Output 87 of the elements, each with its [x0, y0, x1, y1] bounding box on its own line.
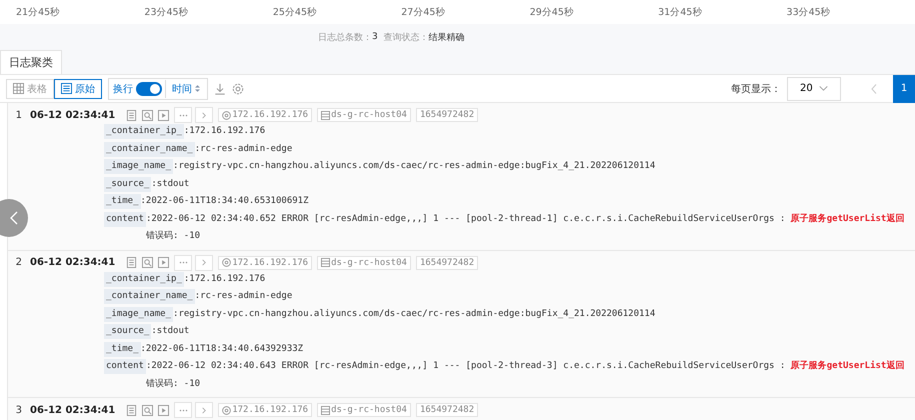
- download-icon[interactable]: [214, 82, 226, 94]
- previous-page-icon[interactable]: [871, 84, 877, 94]
- field-value: :2022-06-12 02:34:40.652 ERROR [rc-resAdmin-edge,,,] 1 --- [pool-2-thread-1] c.e.c.r.s.i.CacheRebuildServiceUserOrgs : 原子服务getUserList返回 错误码: -10: [146, 212, 906, 243]
- query-status-label: 查询状态：: [384, 32, 429, 44]
- field-value: :registry-vpc.cn-hangzhou.aliyuncs.com/ds-caec/rc-res-admin-edge:bugFix_4_21.202206120114: [173, 160, 656, 173]
- field-key[interactable]: _time_: [104, 342, 141, 356]
- play-icon[interactable]: [158, 257, 170, 268]
- chevron-right-icon[interactable]: [202, 259, 206, 266]
- field-key[interactable]: _container_name_: [104, 142, 195, 156]
- location-icon: [222, 406, 232, 414]
- location-icon: [222, 110, 232, 120]
- sort-icon: [195, 84, 200, 93]
- log-time: 06-12 02:34:41: [30, 404, 116, 416]
- field-value: :stdout: [151, 178, 190, 190]
- play-icon[interactable]: [158, 110, 170, 120]
- axis-tick-label: 31分45秒: [658, 6, 704, 20]
- host-tag[interactable]: ds-g-rc-host04: [317, 403, 411, 417]
- row-number: 1: [14, 110, 22, 120]
- document-icon[interactable]: [126, 404, 138, 416]
- search-icon[interactable]: [142, 404, 154, 416]
- query-status: 结果精确: [428, 32, 465, 44]
- host-tag[interactable]: ds-g-rc-host04: [317, 256, 411, 270]
- search-icon[interactable]: [142, 257, 154, 268]
- page-size-select[interactable]: 20: [787, 76, 841, 100]
- field-value: :172.16.192.176: [184, 125, 266, 138]
- more-icon[interactable]: [178, 114, 188, 116]
- ip-tag[interactable]: 172.16.192.176: [218, 108, 312, 122]
- field-value: :2022-06-12 02:34:40.643 ERROR [rc-resAdmin-edge,,,] 1 --- [pool-2-thread-3] c.e.c.r.s.i.CacheRebuildServiceUserOrgs : 原子服务getUserList返回 错误码: -10: [146, 359, 906, 390]
- more-icon[interactable]: [178, 408, 188, 412]
- axis-tick-label: 27分45秒: [401, 6, 446, 20]
- axis-tick-label: 21分45秒: [16, 6, 62, 20]
- document-icon[interactable]: [126, 110, 138, 120]
- field-key[interactable]: _source_: [104, 176, 152, 192]
- page-size-label: 每页显示：: [731, 82, 781, 96]
- axis-tick-label: 29分45秒: [530, 6, 575, 20]
- server-icon: [321, 110, 330, 120]
- host-tag[interactable]: ds-g-rc-host04: [317, 108, 411, 122]
- field-value: :172.16.192.176: [184, 272, 266, 286]
- location-icon: [222, 258, 232, 267]
- server-icon: [321, 406, 330, 414]
- ip-tag[interactable]: 172.16.192.176: [218, 256, 312, 270]
- raw-view-button[interactable]: 原始: [54, 78, 102, 98]
- log-time: 06-12 02:34:41: [30, 110, 116, 120]
- field-key[interactable]: _time_: [104, 194, 141, 209]
- page-button[interactable]: 1: [893, 74, 915, 102]
- more-icon[interactable]: [178, 261, 188, 264]
- field-key[interactable]: _container_ip_: [104, 272, 184, 286]
- play-icon[interactable]: [158, 404, 170, 416]
- axis-tick-label: 23分45秒: [144, 6, 190, 20]
- axis-tick-label: 25分45秒: [272, 6, 318, 20]
- field-key[interactable]: _image_name_: [104, 159, 174, 174]
- field-key[interactable]: _image_name_: [104, 306, 174, 322]
- field-value: :rc-res-admin-edge: [194, 142, 294, 156]
- settings-icon[interactable]: [232, 82, 244, 94]
- log-count: 3: [372, 32, 378, 42]
- field-value: :registry-vpc.cn-hangzhou.aliyuncs.com/ds-caec/rc-res-admin-edge:bugFix_4_21.202206120114: [173, 308, 656, 320]
- list-icon: [61, 83, 72, 94]
- log-count-label: 日志总条数：: [318, 32, 372, 44]
- server-icon: [321, 258, 330, 267]
- chevron-left-icon: [10, 211, 18, 225]
- field-value: :stdout: [151, 325, 190, 338]
- tab[interactable]: 日志聚类: [0, 50, 62, 74]
- field-key[interactable]: content: [104, 212, 146, 226]
- search-icon[interactable]: [142, 110, 154, 120]
- row-number: 2: [14, 257, 22, 268]
- document-icon[interactable]: [126, 257, 138, 268]
- chevron-down-icon: [819, 86, 828, 91]
- axis-tick-label: 33分45秒: [786, 6, 832, 20]
- chevron-right-icon[interactable]: [202, 406, 206, 414]
- row-number: 3: [14, 404, 22, 416]
- time-sort-button[interactable]: 时间: [165, 80, 203, 98]
- timestamp-tag[interactable]: 1654972482: [416, 403, 478, 417]
- field-key[interactable]: _source_: [104, 324, 152, 339]
- field-key[interactable]: _container_ip_: [104, 124, 184, 139]
- wrap-toggle[interactable]: [136, 82, 162, 96]
- field-value: :2022-06-11T18:34:40.653100691Z: [140, 195, 310, 208]
- timestamp-tag[interactable]: 1654972482: [416, 108, 478, 122]
- timestamp-tag[interactable]: 1654972482: [416, 256, 478, 270]
- field-value: :rc-res-admin-edge: [194, 290, 294, 303]
- grid-icon: [13, 83, 24, 94]
- field-value: :2022-06-11T18:34:40.64392933Z: [140, 342, 304, 356]
- wrap-label: 换行: [113, 82, 133, 96]
- log-time: 06-12 02:34:41: [30, 257, 116, 268]
- chevron-right-icon[interactable]: [202, 112, 206, 118]
- field-key[interactable]: content: [104, 359, 146, 374]
- ip-tag[interactable]: 172.16.192.176: [218, 403, 312, 417]
- field-key[interactable]: _container_name_: [104, 289, 195, 304]
